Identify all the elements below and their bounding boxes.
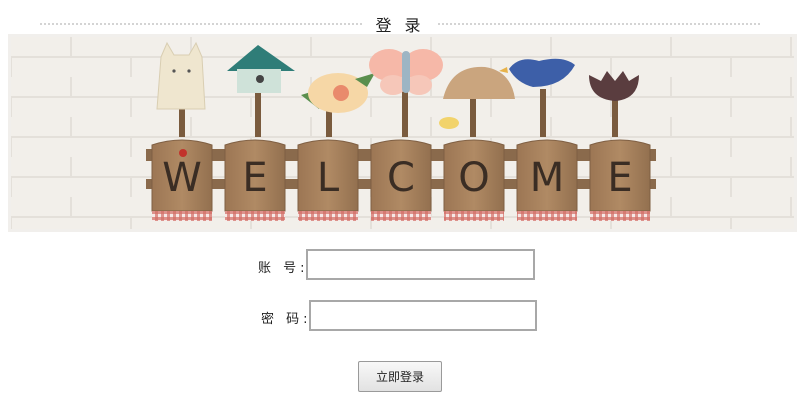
login-form: 账 号: 密 码: 立即登录 [0,0,799,403]
login-submit-button[interactable]: 立即登录 [358,361,442,392]
password-input[interactable] [309,300,537,331]
password-label: 密 码: [261,312,312,327]
account-label: 账 号: [258,261,309,276]
account-input[interactable] [306,249,535,280]
